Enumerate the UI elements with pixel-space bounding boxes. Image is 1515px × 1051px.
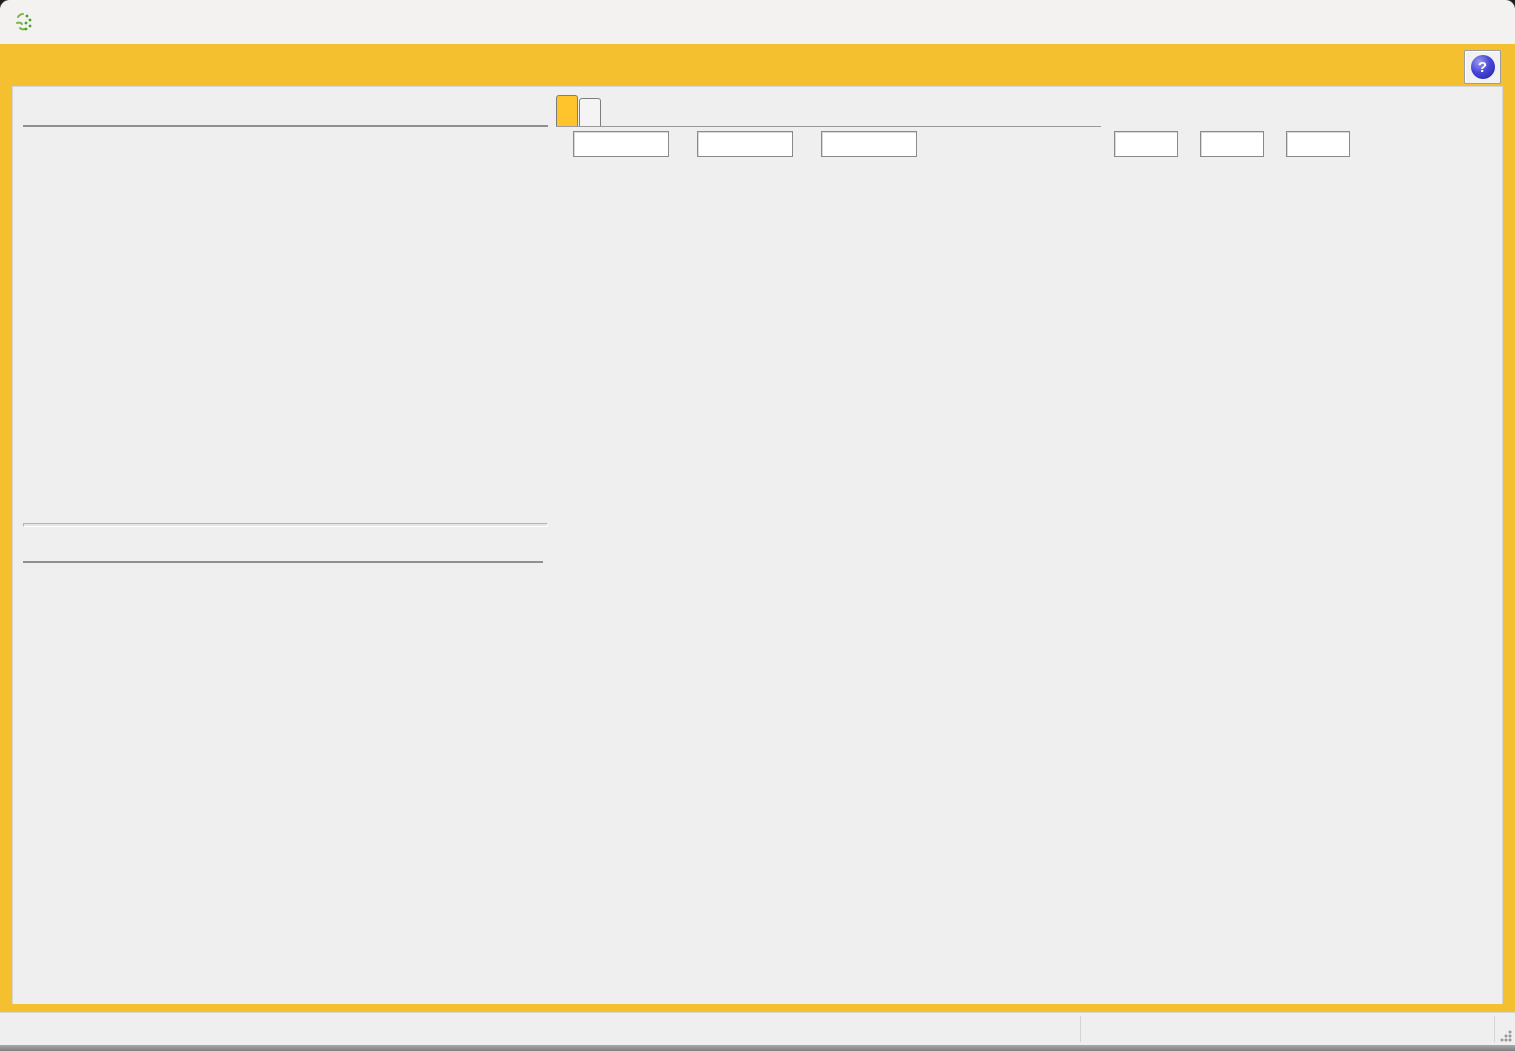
desktop: ? [0,0,1515,1051]
freq-t-value[interactable] [1200,131,1264,157]
ltv-pvs-tabbar [556,95,1101,127]
tables-separator [23,523,548,527]
titlebar [0,0,1515,44]
peak-values-row [563,131,917,157]
taskbar-sliver [0,1045,1515,1051]
peak-t-value[interactable] [697,131,793,157]
tab-pvs[interactable] [579,98,601,126]
tab-ltv[interactable] [556,95,578,126]
app-logo-icon [14,11,36,33]
site-blasts-table [23,561,543,563]
status-separator [1494,1016,1495,1042]
main-frame: ? [0,44,1515,1012]
peak-v-value[interactable] [821,131,917,157]
freq-values-row [1106,131,1350,157]
app-window: ? [0,0,1515,1051]
main-tabbar [0,44,1515,86]
minimize-button[interactable] [1329,0,1391,44]
help-button[interactable]: ? [1464,50,1501,84]
freq-v-value[interactable] [1286,131,1350,157]
peak-l-value[interactable] [573,131,669,157]
resize-grip[interactable] [1500,1030,1512,1042]
help-globe-icon: ? [1471,55,1495,79]
close-button[interactable] [1453,0,1515,44]
status-separator [1080,1016,1081,1042]
content-panel [12,86,1503,1004]
records-table [23,125,548,127]
freq-l-value[interactable] [1114,131,1178,157]
status-bar [0,1012,1515,1045]
maximize-button[interactable] [1391,0,1453,44]
